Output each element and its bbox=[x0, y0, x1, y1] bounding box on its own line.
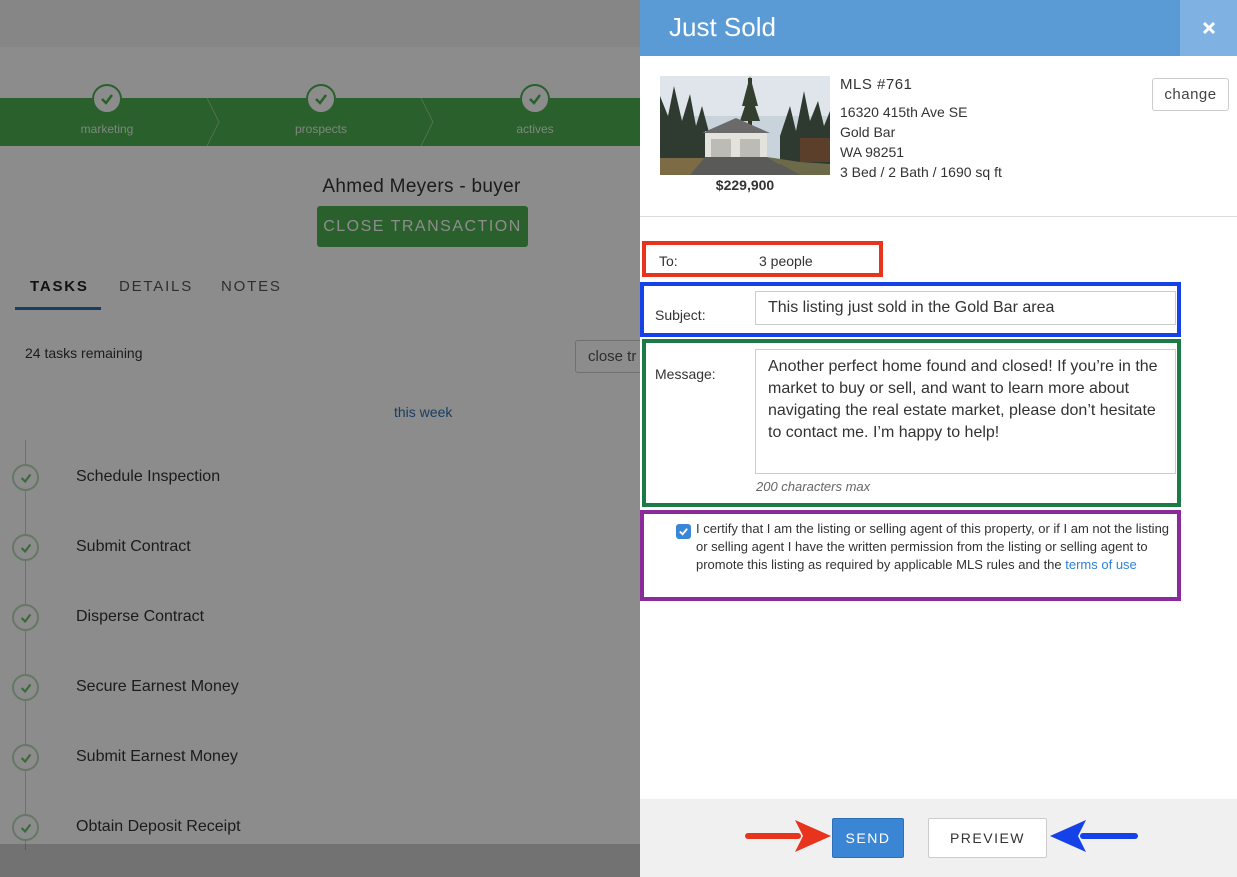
certify-section: I certify that I am the listing or selli… bbox=[640, 510, 1181, 601]
listing-price: $229,900 bbox=[715, 177, 775, 193]
bottom-bar bbox=[0, 844, 640, 877]
just-sold-panel: Just Sold $229,900 MLS #761 16320 415th … bbox=[640, 0, 1237, 877]
recipients-count[interactable]: 3 people bbox=[759, 253, 813, 269]
arrow-right-icon bbox=[745, 816, 831, 861]
message-textarea[interactable]: Another perfect home found and closed! I… bbox=[755, 349, 1176, 474]
subject-input[interactable] bbox=[755, 291, 1176, 325]
subject-label: Subject: bbox=[655, 307, 706, 323]
certify-statement: I certify that I am the listing or selli… bbox=[696, 520, 1178, 574]
recipients-field[interactable]: To: 3 people bbox=[642, 241, 883, 277]
close-icon[interactable] bbox=[1180, 0, 1237, 56]
message-label: Message: bbox=[655, 366, 716, 382]
terms-of-use-link[interactable]: terms of use bbox=[1065, 557, 1137, 572]
address-line: 16320 415th Ave SE bbox=[840, 104, 968, 120]
message-char-limit: 200 characters max bbox=[756, 479, 871, 494]
arrow-left-icon bbox=[1050, 816, 1138, 861]
listing-summary: $229,900 MLS #761 16320 415th Ave SE Gol… bbox=[640, 56, 1237, 217]
address-state-zip: WA 98251 bbox=[840, 144, 905, 160]
address-city: Gold Bar bbox=[840, 124, 896, 140]
modal-backdrop[interactable] bbox=[0, 0, 640, 877]
send-button[interactable]: SEND bbox=[832, 818, 904, 858]
certify-checkbox[interactable] bbox=[676, 524, 691, 539]
to-label: To: bbox=[659, 253, 678, 269]
listing-photo bbox=[660, 76, 830, 175]
message-section: Message: Another perfect home found and … bbox=[642, 339, 1181, 507]
panel-header: Just Sold bbox=[640, 0, 1237, 56]
preview-button[interactable]: PREVIEW bbox=[928, 818, 1047, 858]
change-listing-button[interactable]: change bbox=[1152, 78, 1229, 111]
panel-footer: SEND PREVIEW bbox=[640, 799, 1237, 877]
subject-section: Subject: bbox=[640, 282, 1181, 337]
panel-title: Just Sold bbox=[669, 12, 776, 42]
mls-number: MLS #761 bbox=[840, 76, 913, 93]
listing-details: 3 Bed / 2 Bath / 1690 sq ft bbox=[840, 164, 1002, 180]
